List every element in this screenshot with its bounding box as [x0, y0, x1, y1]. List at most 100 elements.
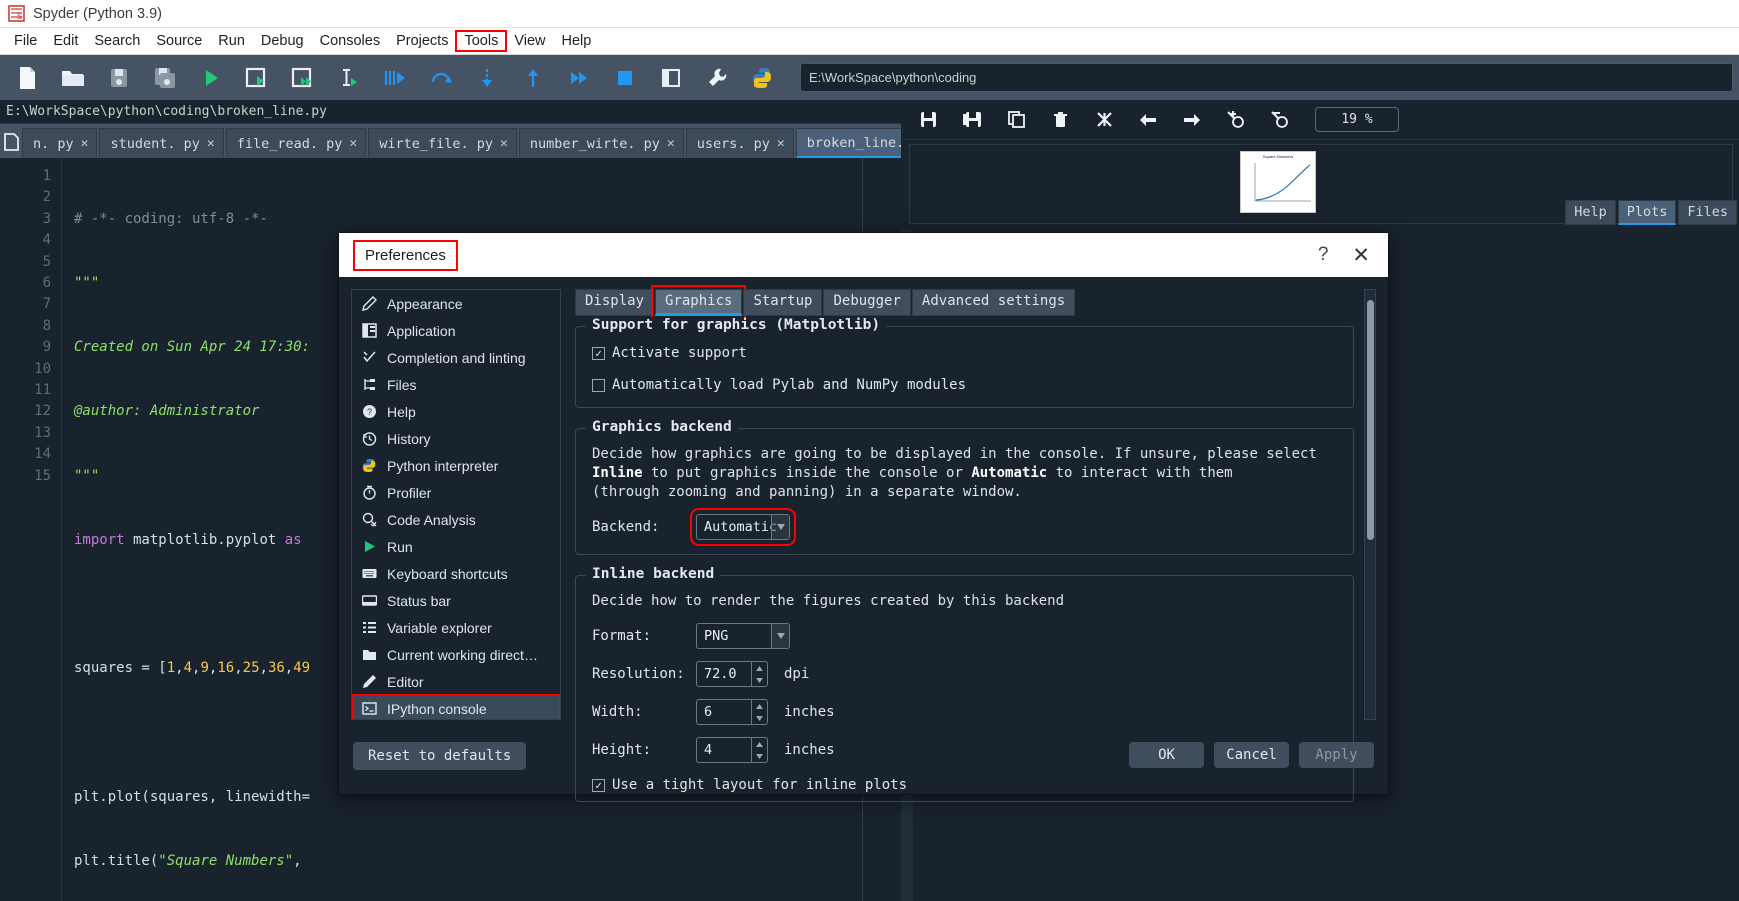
debug-file-icon[interactable] — [372, 57, 418, 99]
run-selection-icon[interactable] — [326, 57, 372, 99]
chevron-down-icon[interactable] — [771, 624, 789, 648]
close-icon[interactable]: ✕ — [1344, 243, 1378, 268]
debug-step-into-icon[interactable] — [464, 57, 510, 99]
tab-plots[interactable]: Plots — [1618, 200, 1677, 225]
cancel-button[interactable]: Cancel — [1214, 742, 1289, 768]
stop-debug-icon[interactable] — [602, 57, 648, 99]
question-mark-icon[interactable]: ? — [1302, 244, 1345, 266]
editor-tab-1[interactable]: student. py✕ — [99, 128, 223, 158]
plot-zoom-level[interactable]: 19 % — [1315, 107, 1399, 132]
menu-help[interactable]: Help — [554, 31, 600, 52]
menu-view[interactable]: View — [506, 31, 553, 52]
close-icon[interactable]: ✕ — [667, 136, 675, 151]
sidebar-item-variable-explorer[interactable]: Variable explorer — [352, 614, 560, 641]
python-path-manager-icon[interactable] — [740, 57, 786, 99]
menu-tools[interactable]: Tools — [456, 31, 506, 52]
scrollbar-thumb[interactable] — [1367, 300, 1374, 540]
width-stepper[interactable]: 6 — [696, 699, 768, 725]
sidebar-item-python-interpreter[interactable]: Python interpreter — [352, 452, 560, 479]
sidebar-item-editor[interactable]: Editor — [352, 668, 560, 695]
debug-continue-icon[interactable] — [556, 57, 602, 99]
previous-plot-icon[interactable] — [1133, 106, 1163, 134]
ok-button[interactable]: OK — [1129, 742, 1204, 768]
close-icon[interactable]: ✕ — [349, 136, 357, 151]
run-file-icon[interactable] — [188, 57, 234, 99]
format-select[interactable]: PNG — [696, 623, 790, 649]
menu-search[interactable]: Search — [86, 31, 148, 52]
save-all-plots-icon[interactable] — [957, 106, 987, 134]
browse-tabs-icon[interactable] — [2, 126, 22, 158]
sidebar-item-completion-and-linting[interactable]: Completion and linting — [352, 344, 560, 371]
activate-support-checkbox-row[interactable]: Activate support — [592, 345, 1341, 361]
sidebar-item-run[interactable]: Run — [352, 533, 560, 560]
stepper-buttons[interactable] — [751, 700, 767, 724]
sidebar-item-application[interactable]: Application — [352, 317, 560, 344]
pref-tab-graphics[interactable]: Graphics — [655, 289, 742, 316]
sidebar-item-current-working-directory[interactable]: Current working direct… — [352, 641, 560, 668]
preferences-wrench-icon[interactable] — [694, 57, 740, 99]
resolution-stepper[interactable]: 72.0 — [696, 661, 768, 687]
menu-run[interactable]: Run — [210, 31, 253, 52]
activate-support-checkbox[interactable] — [592, 347, 605, 360]
preferences-scrollbar[interactable] — [1364, 289, 1376, 720]
save-file-icon[interactable] — [96, 57, 142, 99]
apply-button[interactable]: Apply — [1299, 742, 1374, 768]
pref-tab-advanced-settings[interactable]: Advanced settings — [912, 289, 1075, 316]
sidebar-item-profiler[interactable]: Profiler — [352, 479, 560, 506]
plot-thumbnail[interactable]: Square Numbers — [1240, 151, 1316, 213]
pref-tab-display[interactable]: Display — [575, 289, 654, 316]
debug-step-return-icon[interactable] — [510, 57, 556, 99]
zoom-in-icon[interactable] — [1221, 106, 1251, 134]
editor-tab-3[interactable]: wirte_file. py✕ — [368, 128, 517, 158]
sidebar-item-code-analysis[interactable]: Code Analysis — [352, 506, 560, 533]
remove-plot-icon[interactable] — [1045, 106, 1075, 134]
remove-all-plots-icon[interactable] — [1089, 106, 1119, 134]
run-cell-icon[interactable] — [234, 57, 280, 99]
close-icon[interactable]: ✕ — [207, 136, 215, 151]
menu-projects[interactable]: Projects — [388, 31, 456, 52]
autoload-pylab-checkbox[interactable] — [592, 379, 605, 392]
editor-tab-5[interactable]: users. py✕ — [686, 128, 794, 158]
close-icon[interactable]: ✕ — [500, 136, 508, 151]
sidebar-item-help[interactable]: ? Help — [352, 398, 560, 425]
maximize-pane-icon[interactable] — [648, 57, 694, 99]
zoom-out-icon[interactable] — [1265, 106, 1295, 134]
open-file-icon[interactable] — [50, 57, 96, 99]
debug-step-over-icon[interactable] — [418, 57, 464, 99]
chevron-down-icon[interactable] — [771, 515, 789, 539]
menu-edit[interactable]: Edit — [45, 31, 86, 52]
menu-source[interactable]: Source — [148, 31, 210, 52]
sidebar-item-ipython-console[interactable]: IPython console — [352, 695, 560, 720]
stepper-up-icon[interactable] — [752, 700, 767, 712]
pref-tab-startup[interactable]: Startup — [743, 289, 822, 316]
menu-file[interactable]: File — [6, 31, 45, 52]
next-plot-icon[interactable] — [1177, 106, 1207, 134]
tab-help[interactable]: Help — [1565, 200, 1616, 225]
cwd-path-field[interactable]: E:\WorkSpace\python\coding — [800, 63, 1733, 92]
sidebar-item-status-bar[interactable]: Status bar — [352, 587, 560, 614]
stepper-down-icon[interactable] — [752, 674, 767, 686]
sidebar-item-appearance[interactable]: Appearance — [352, 290, 560, 317]
sidebar-item-history[interactable]: History — [352, 425, 560, 452]
stepper-down-icon[interactable] — [752, 712, 767, 724]
run-cell-advance-icon[interactable] — [280, 57, 326, 99]
save-plot-icon[interactable] — [913, 106, 943, 134]
sidebar-item-files[interactable]: Files — [352, 371, 560, 398]
close-icon[interactable]: ✕ — [81, 136, 89, 151]
editor-tab-2[interactable]: file_read. py✕ — [226, 128, 367, 158]
stepper-up-icon[interactable] — [752, 662, 767, 674]
stepper-buttons[interactable] — [751, 662, 767, 686]
menu-debug[interactable]: Debug — [253, 31, 312, 52]
sidebar-item-keyboard-shortcuts[interactable]: Keyboard shortcuts — [352, 560, 560, 587]
backend-select[interactable]: Automatic — [696, 514, 790, 540]
close-icon[interactable]: ✕ — [777, 136, 785, 151]
pref-tab-debugger[interactable]: Debugger — [823, 289, 910, 316]
editor-tab-4[interactable]: number_wirte. py✕ — [519, 128, 684, 158]
copy-plot-icon[interactable] — [1001, 106, 1031, 134]
new-file-icon[interactable] — [4, 57, 50, 99]
save-all-icon[interactable] — [142, 57, 188, 99]
reset-to-defaults-button[interactable]: Reset to defaults — [353, 742, 526, 770]
editor-tab-0[interactable]: n. py✕ — [22, 128, 97, 158]
menu-consoles[interactable]: Consoles — [312, 31, 388, 52]
tab-files[interactable]: Files — [1678, 200, 1737, 225]
